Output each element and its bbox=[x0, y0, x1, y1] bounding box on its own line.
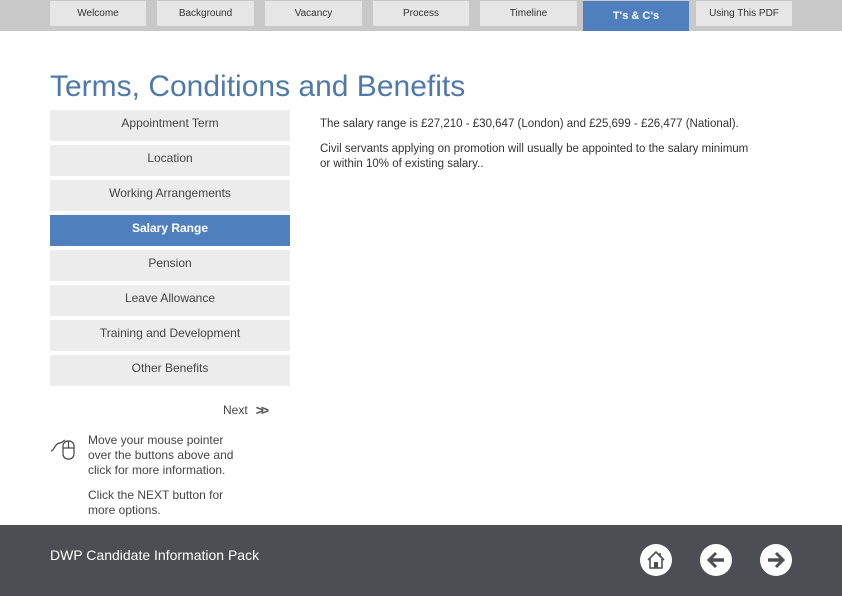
menu-item-leave-allowance[interactable]: Leave Allowance bbox=[50, 285, 290, 316]
arrow-right-icon bbox=[768, 551, 786, 569]
tab-timeline[interactable]: Timeline bbox=[480, 1, 577, 26]
home-button[interactable] bbox=[640, 544, 672, 576]
next-label: Next bbox=[223, 403, 248, 417]
help-hover-instruction: Move your mouse pointer over the buttons… bbox=[88, 433, 234, 477]
content-panel: The salary range is £27,210 - £30,647 (L… bbox=[320, 117, 760, 182]
menu-item-appointment-term[interactable]: Appointment Term bbox=[50, 110, 290, 141]
menu-item-location[interactable]: Location bbox=[50, 145, 290, 176]
home-icon bbox=[647, 550, 665, 569]
tab-process[interactable]: Process bbox=[373, 1, 469, 26]
tab-background[interactable]: Background bbox=[157, 1, 254, 26]
next-button[interactable]: Next >> bbox=[223, 402, 269, 418]
tab-ts-and-cs[interactable]: T's & C's bbox=[583, 1, 689, 31]
forward-button[interactable] bbox=[760, 544, 792, 576]
menu-item-other-benefits[interactable]: Other Benefits bbox=[50, 355, 290, 386]
help-next-instruction: Click the NEXT button for more options. bbox=[88, 488, 224, 517]
footer-title: DWP Candidate Information Pack bbox=[50, 547, 260, 563]
back-button[interactable] bbox=[700, 544, 732, 576]
tab-welcome[interactable]: Welcome bbox=[50, 1, 146, 26]
top-navigation: Welcome Background Vacancy Process Timel… bbox=[0, 0, 842, 31]
tab-vacancy[interactable]: Vacancy bbox=[265, 1, 362, 26]
menu-item-training-and-development[interactable]: Training and Development bbox=[50, 320, 290, 351]
page-title: Terms, Conditions and Benefits bbox=[50, 70, 466, 103]
menu-item-working-arrangements[interactable]: Working Arrangements bbox=[50, 180, 290, 211]
help-text: Move your mouse pointer over the buttons… bbox=[88, 433, 248, 528]
menu-item-pension[interactable]: Pension bbox=[50, 250, 290, 281]
tab-using-this-pdf[interactable]: Using This PDF bbox=[696, 1, 792, 26]
promotion-text: Civil servants applying on promotion wil… bbox=[320, 143, 749, 170]
salary-range-text: The salary range is £27,210 - £30,647 (L… bbox=[320, 118, 739, 130]
arrow-left-icon bbox=[706, 551, 724, 569]
double-chevron-right-icon: >> bbox=[255, 402, 269, 418]
menu-item-salary-range[interactable]: Salary Range bbox=[50, 215, 290, 246]
mouse-icon bbox=[50, 439, 75, 460]
footer: DWP Candidate Information Pack bbox=[0, 525, 842, 596]
